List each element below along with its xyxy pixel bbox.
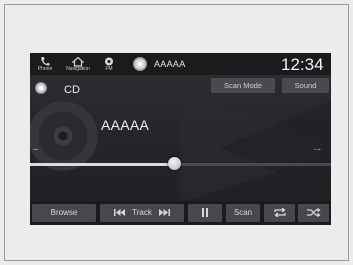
browse-button[interactable]: Browse <box>32 204 96 222</box>
phone-label: Phone <box>37 66 53 72</box>
source-name: CD <box>64 84 80 96</box>
next-track-icon[interactable] <box>158 208 171 217</box>
previous-track-icon[interactable] <box>113 208 128 217</box>
navigation-button[interactable]: Navigation <box>61 53 95 75</box>
fm-label: FM <box>105 66 113 72</box>
cd-icon <box>35 82 47 94</box>
track-title: AAAAA <box>101 117 150 133</box>
track-control: Track <box>100 204 184 222</box>
navigation-label: Navigation <box>66 66 90 72</box>
pause-icon <box>201 208 209 218</box>
phone-icon <box>30 54 60 66</box>
clock: 12:34 <box>281 55 324 74</box>
progress-fill <box>30 163 174 166</box>
album-art-disc <box>30 101 98 171</box>
track-label: Track <box>132 208 152 217</box>
scan-mode-button[interactable]: Scan Mode <box>211 78 275 93</box>
home-icon <box>61 54 95 67</box>
scan-button[interactable]: Scan <box>226 204 260 222</box>
sound-button[interactable]: Sound <box>282 78 329 93</box>
repeat-button[interactable] <box>264 204 295 222</box>
random-button[interactable] <box>298 204 329 222</box>
progress-knob[interactable] <box>168 157 181 170</box>
status-source-title: AAAAA <box>154 59 186 69</box>
page-frame: Phone Navigation FM AAAAA 12:34 CD Scan … <box>4 4 349 261</box>
total-time-marker: ▪ ▪▪ <box>314 147 321 153</box>
elapsed-time-marker: ▪▪▪ <box>33 147 39 153</box>
disc-source-icon <box>133 57 147 71</box>
radio-icon <box>96 54 122 66</box>
pause-button[interactable] <box>188 204 222 222</box>
repeat-icon <box>273 207 287 218</box>
phone-button[interactable]: Phone <box>30 53 60 75</box>
fm-button[interactable]: FM <box>96 53 122 75</box>
audio-screen: Phone Navigation FM AAAAA 12:34 CD Scan … <box>30 53 331 225</box>
shuffle-icon <box>306 208 321 218</box>
background-decoration <box>180 93 331 203</box>
